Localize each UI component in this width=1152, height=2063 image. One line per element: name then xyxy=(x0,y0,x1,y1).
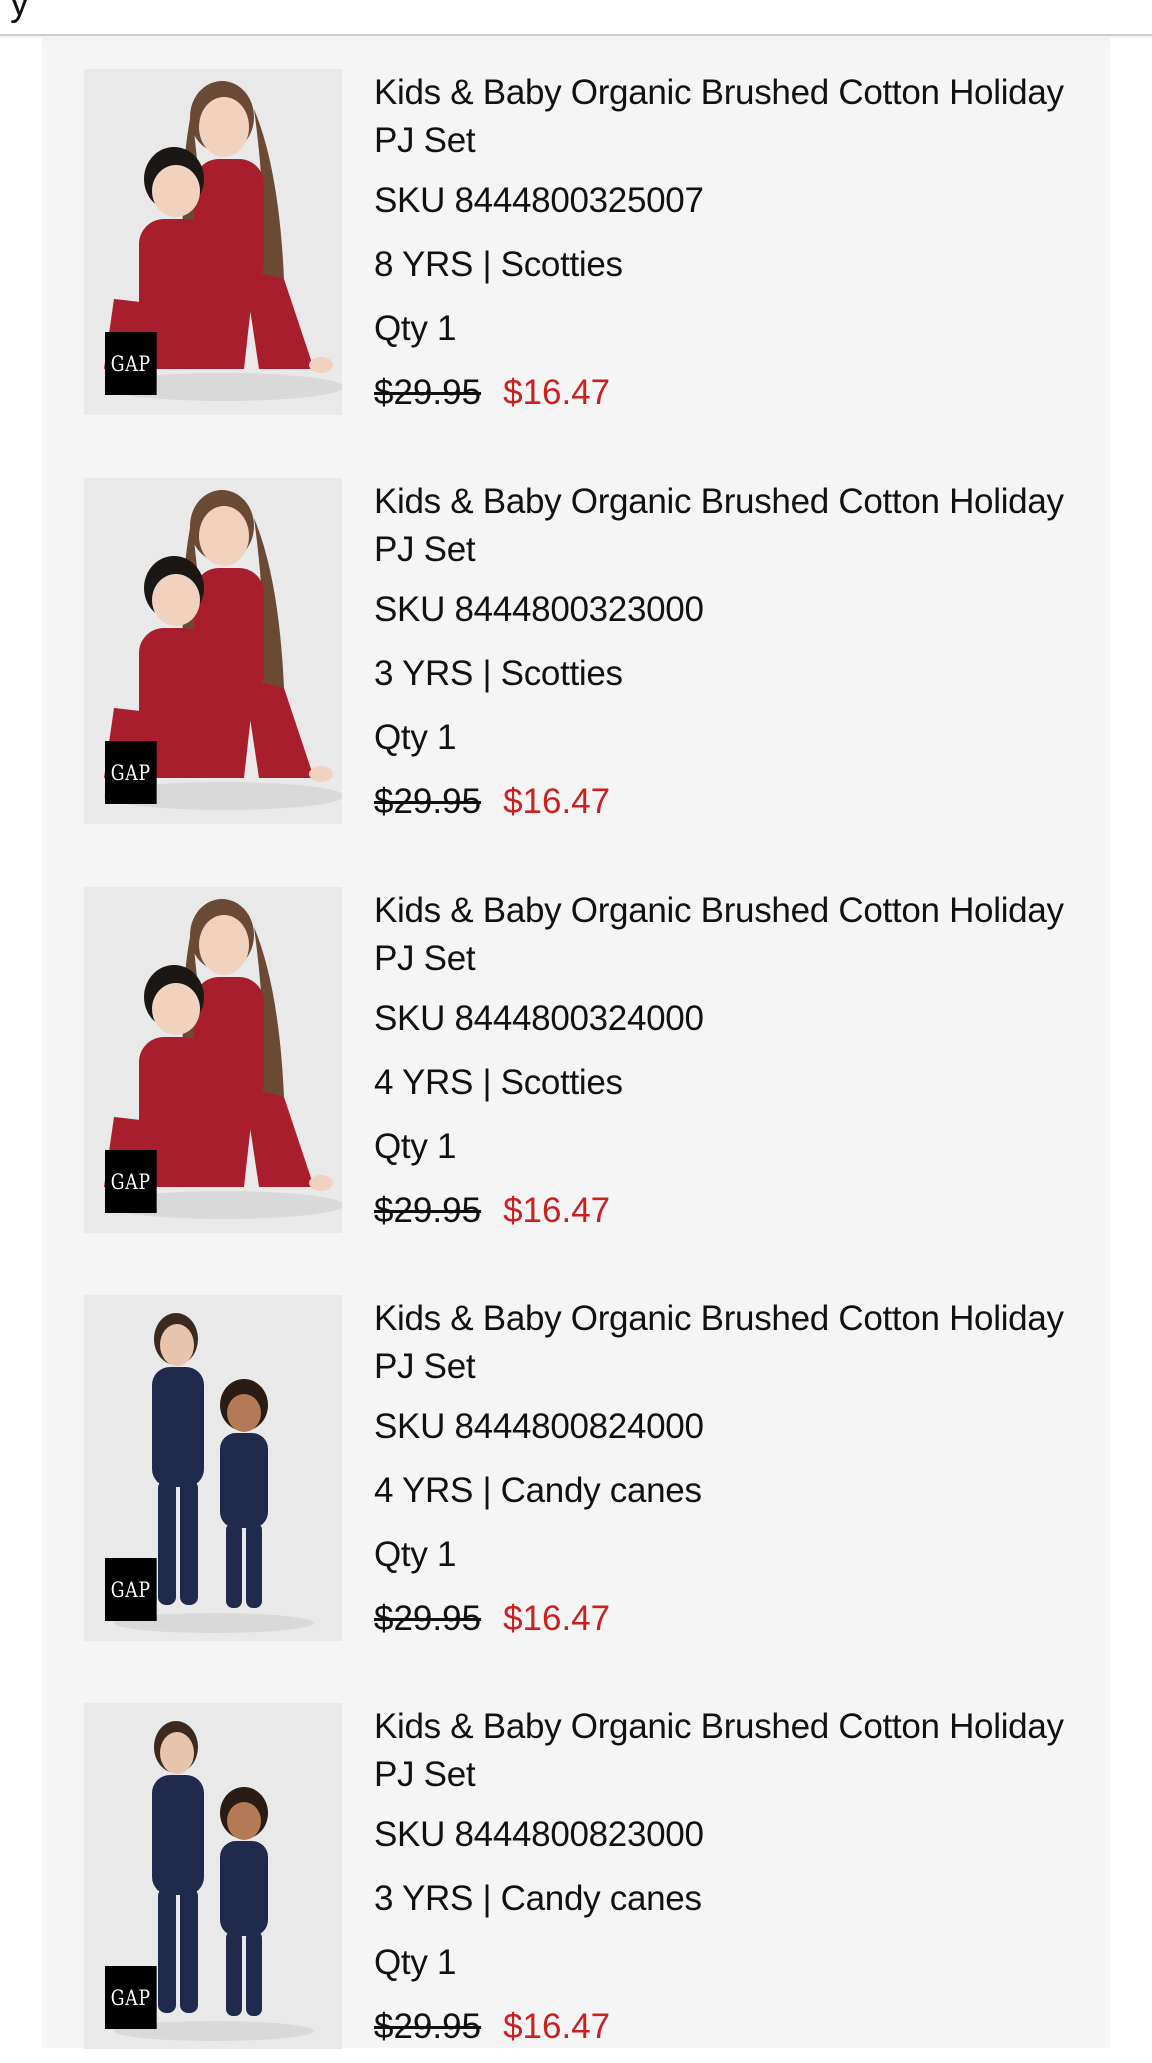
original-price: $29.95 xyxy=(374,782,482,821)
item-variant: 8 YRS | Scotties xyxy=(374,245,623,284)
top-bar: y xyxy=(0,0,1152,36)
original-price: $29.95 xyxy=(374,1599,482,1638)
product-image[interactable]: GAP xyxy=(84,1703,342,2049)
item-title[interactable]: Kids & Baby Organic Brushed Cotton Holid… xyxy=(374,69,1074,165)
item-sku: SKU 8444800824000 xyxy=(374,1407,704,1446)
list-item[interactable]: GAP Kids & Baby Organic Brushed Cotton H… xyxy=(84,1703,1084,2063)
item-prices: $29.95 $16.47 xyxy=(374,373,1074,413)
gap-logo: GAP xyxy=(105,1966,157,2029)
gap-logo: GAP xyxy=(105,1150,157,1213)
original-price: $29.95 xyxy=(374,2007,482,2046)
sale-price: $16.47 xyxy=(503,2007,611,2046)
original-price: $29.95 xyxy=(374,1191,482,1230)
list-item[interactable]: GAP Kids & Baby Organic Brushed Cotton H… xyxy=(84,887,1084,1247)
sale-price: $16.47 xyxy=(503,1191,611,1230)
item-details: Kids & Baby Organic Brushed Cotton Holid… xyxy=(374,478,1074,822)
item-qty: Qty 1 xyxy=(374,1535,457,1574)
item-details: Kids & Baby Organic Brushed Cotton Holid… xyxy=(374,1295,1074,1639)
gap-logo: GAP xyxy=(105,332,157,395)
gap-logo: GAP xyxy=(105,1558,157,1621)
product-image[interactable]: GAP xyxy=(84,478,342,824)
list-item[interactable]: GAP Kids & Baby Organic Brushed Cotton H… xyxy=(84,1295,1084,1655)
item-title[interactable]: Kids & Baby Organic Brushed Cotton Holid… xyxy=(374,478,1074,574)
item-details: Kids & Baby Organic Brushed Cotton Holid… xyxy=(374,1703,1074,2047)
item-variant: 3 YRS | Candy canes xyxy=(374,1879,702,1918)
item-title[interactable]: Kids & Baby Organic Brushed Cotton Holid… xyxy=(374,1295,1074,1391)
item-qty: Qty 1 xyxy=(374,718,457,757)
item-prices: $29.95 $16.47 xyxy=(374,1599,1074,1639)
item-qty: Qty 1 xyxy=(374,1127,457,1166)
item-prices: $29.95 $16.47 xyxy=(374,2007,1074,2047)
item-title[interactable]: Kids & Baby Organic Brushed Cotton Holid… xyxy=(374,887,1074,983)
list-item[interactable]: GAP Kids & Baby Organic Brushed Cotton H… xyxy=(84,69,1084,429)
header-partial-text: y xyxy=(10,0,29,24)
product-image[interactable]: GAP xyxy=(84,1295,342,1641)
item-qty: Qty 1 xyxy=(374,309,457,348)
item-prices: $29.95 $16.47 xyxy=(374,1191,1074,1231)
sale-price: $16.47 xyxy=(503,782,611,821)
sale-price: $16.47 xyxy=(503,1599,611,1638)
product-image[interactable]: GAP xyxy=(84,69,342,415)
item-prices: $29.95 $16.47 xyxy=(374,782,1074,822)
item-sku: SKU 8444800323000 xyxy=(374,590,704,629)
item-title[interactable]: Kids & Baby Organic Brushed Cotton Holid… xyxy=(374,1703,1074,1799)
sale-price: $16.47 xyxy=(503,373,611,412)
item-sku: SKU 8444800325007 xyxy=(374,181,704,220)
gap-logo: GAP xyxy=(105,741,157,804)
item-qty: Qty 1 xyxy=(374,1943,457,1982)
item-variant: 4 YRS | Scotties xyxy=(374,1063,623,1102)
item-sku: SKU 8444800324000 xyxy=(374,999,704,1038)
original-price: $29.95 xyxy=(374,373,482,412)
item-sku: SKU 8444800823000 xyxy=(374,1815,704,1854)
item-variant: 4 YRS | Candy canes xyxy=(374,1471,702,1510)
product-image[interactable]: GAP xyxy=(84,887,342,1233)
item-variant: 3 YRS | Scotties xyxy=(374,654,623,693)
item-details: Kids & Baby Organic Brushed Cotton Holid… xyxy=(374,69,1074,413)
item-details: Kids & Baby Organic Brushed Cotton Holid… xyxy=(374,887,1074,1231)
list-item[interactable]: GAP Kids & Baby Organic Brushed Cotton H… xyxy=(84,478,1084,838)
